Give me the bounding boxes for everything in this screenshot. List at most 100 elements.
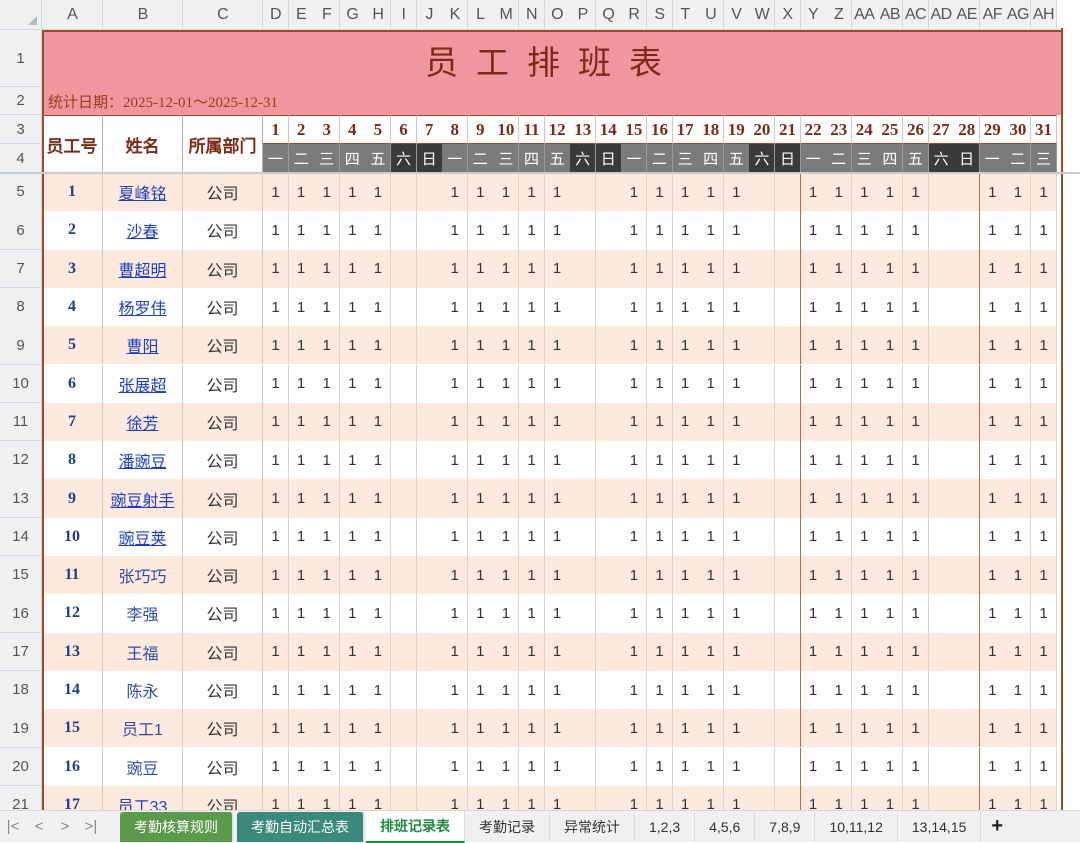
schedule-cell[interactable] bbox=[954, 517, 981, 556]
next-sheet-icon[interactable]: > bbox=[52, 818, 78, 835]
schedule-cell[interactable]: 1 bbox=[519, 249, 545, 288]
employee-dept[interactable]: 公司 bbox=[183, 402, 263, 442]
schedule-cell[interactable]: 1 bbox=[544, 287, 571, 327]
schedule-cell[interactable] bbox=[928, 211, 955, 250]
day-number[interactable]: 31 bbox=[1031, 115, 1057, 144]
employee-id[interactable]: 14 bbox=[42, 670, 103, 710]
schedule-cell[interactable]: 1 bbox=[1005, 632, 1032, 671]
schedule-cell[interactable]: 1 bbox=[979, 326, 1006, 365]
schedule-cell[interactable]: 1 bbox=[519, 479, 545, 518]
column-header[interactable]: D bbox=[263, 0, 289, 30]
schedule-cell[interactable]: 1 bbox=[442, 287, 469, 327]
schedule-cell[interactable]: 1 bbox=[339, 785, 366, 810]
schedule-cell[interactable]: 1 bbox=[979, 785, 1006, 810]
row-header[interactable]: 6 bbox=[0, 211, 42, 250]
schedule-cell[interactable]: 1 bbox=[339, 670, 366, 710]
schedule-cell[interactable]: 1 bbox=[647, 364, 673, 403]
schedule-cell[interactable]: 1 bbox=[979, 670, 1006, 710]
column-header[interactable]: AF bbox=[979, 0, 1006, 30]
schedule-cell[interactable]: 1 bbox=[698, 441, 725, 480]
schedule-cell[interactable]: 1 bbox=[1031, 479, 1057, 518]
schedule-cell[interactable]: 1 bbox=[647, 249, 673, 288]
schedule-cell[interactable]: 1 bbox=[365, 670, 392, 710]
day-number[interactable]: 7 bbox=[416, 115, 443, 144]
schedule-cell[interactable]: 1 bbox=[621, 517, 648, 556]
schedule-cell[interactable]: 1 bbox=[519, 173, 545, 212]
day-number[interactable]: 9 bbox=[467, 115, 494, 144]
employee-dept[interactable]: 公司 bbox=[183, 364, 263, 403]
schedule-cell[interactable]: 1 bbox=[903, 441, 929, 480]
schedule-cell[interactable]: 1 bbox=[1005, 517, 1032, 556]
schedule-cell[interactable]: 1 bbox=[877, 326, 904, 365]
schedule-cell[interactable] bbox=[928, 785, 955, 810]
schedule-cell[interactable] bbox=[391, 211, 417, 250]
schedule-cell[interactable]: 1 bbox=[365, 402, 392, 442]
schedule-cell[interactable]: 1 bbox=[723, 402, 750, 442]
schedule-cell[interactable]: 1 bbox=[288, 441, 315, 480]
employee-name-link[interactable]: 员工1 bbox=[103, 709, 183, 748]
schedule-cell[interactable]: 1 bbox=[672, 441, 699, 480]
employee-id[interactable]: 7 bbox=[42, 402, 103, 442]
schedule-cell[interactable]: 1 bbox=[698, 173, 725, 212]
schedule-cell[interactable]: 1 bbox=[903, 594, 929, 633]
schedule-cell[interactable] bbox=[595, 364, 622, 403]
schedule-cell[interactable]: 1 bbox=[314, 211, 341, 250]
schedule-cell[interactable] bbox=[749, 632, 776, 671]
schedule-cell[interactable]: 1 bbox=[263, 479, 289, 518]
schedule-cell[interactable] bbox=[570, 594, 597, 633]
employee-id[interactable]: 10 bbox=[42, 517, 103, 556]
schedule-cell[interactable]: 1 bbox=[877, 441, 904, 480]
schedule-cell[interactable] bbox=[928, 517, 955, 556]
schedule-cell[interactable] bbox=[749, 402, 776, 442]
column-header[interactable]: T bbox=[672, 0, 699, 30]
day-number[interactable]: 12 bbox=[544, 115, 571, 144]
schedule-cell[interactable]: 1 bbox=[621, 364, 648, 403]
schedule-cell[interactable] bbox=[416, 709, 443, 748]
row-header[interactable]: 10 bbox=[0, 364, 42, 404]
schedule-cell[interactable]: 1 bbox=[288, 556, 315, 595]
schedule-cell[interactable] bbox=[570, 479, 597, 518]
schedule-cell[interactable] bbox=[391, 785, 417, 810]
schedule-cell[interactable]: 1 bbox=[851, 479, 878, 518]
schedule-cell[interactable]: 1 bbox=[851, 287, 878, 327]
schedule-cell[interactable]: 1 bbox=[314, 364, 341, 403]
stat-date[interactable]: 统计日期：2025-12-01～2025-12-31 bbox=[42, 87, 1063, 115]
schedule-cell[interactable]: 1 bbox=[698, 249, 725, 288]
schedule-cell[interactable] bbox=[749, 709, 776, 748]
row-header[interactable]: 7 bbox=[0, 249, 42, 289]
schedule-cell[interactable]: 1 bbox=[442, 556, 469, 595]
schedule-cell[interactable]: 1 bbox=[621, 326, 648, 365]
schedule-cell[interactable]: 1 bbox=[544, 173, 571, 212]
schedule-cell[interactable]: 1 bbox=[263, 594, 289, 633]
schedule-cell[interactable]: 1 bbox=[672, 249, 699, 288]
schedule-cell[interactable]: 1 bbox=[672, 211, 699, 250]
schedule-cell[interactable]: 1 bbox=[851, 364, 878, 403]
day-number[interactable]: 5 bbox=[365, 115, 392, 144]
schedule-cell[interactable] bbox=[595, 402, 622, 442]
schedule-cell[interactable]: 1 bbox=[851, 441, 878, 480]
schedule-cell[interactable]: 1 bbox=[263, 709, 289, 748]
schedule-cell[interactable] bbox=[775, 747, 801, 786]
schedule-cell[interactable]: 1 bbox=[493, 632, 520, 671]
schedule-cell[interactable]: 1 bbox=[519, 211, 545, 250]
schedule-cell[interactable] bbox=[570, 670, 597, 710]
schedule-cell[interactable]: 1 bbox=[826, 632, 853, 671]
schedule-cell[interactable] bbox=[928, 747, 955, 786]
schedule-cell[interactable]: 1 bbox=[467, 441, 494, 480]
schedule-cell[interactable] bbox=[416, 326, 443, 365]
last-sheet-icon[interactable]: >| bbox=[78, 818, 104, 835]
schedule-cell[interactable]: 1 bbox=[979, 364, 1006, 403]
schedule-cell[interactable] bbox=[416, 517, 443, 556]
schedule-cell[interactable]: 1 bbox=[314, 632, 341, 671]
schedule-cell[interactable]: 1 bbox=[851, 594, 878, 633]
sheet-tab[interactable]: 13,14,15 bbox=[898, 811, 982, 842]
schedule-cell[interactable]: 1 bbox=[263, 173, 289, 212]
day-number[interactable]: 11 bbox=[519, 115, 545, 144]
employee-dept[interactable]: 公司 bbox=[183, 249, 263, 288]
schedule-cell[interactable] bbox=[416, 632, 443, 671]
schedule-cell[interactable]: 1 bbox=[314, 709, 341, 748]
schedule-cell[interactable]: 1 bbox=[723, 594, 750, 633]
column-header[interactable]: Q bbox=[595, 0, 622, 30]
schedule-cell[interactable]: 1 bbox=[903, 249, 929, 288]
schedule-cell[interactable] bbox=[595, 785, 622, 810]
